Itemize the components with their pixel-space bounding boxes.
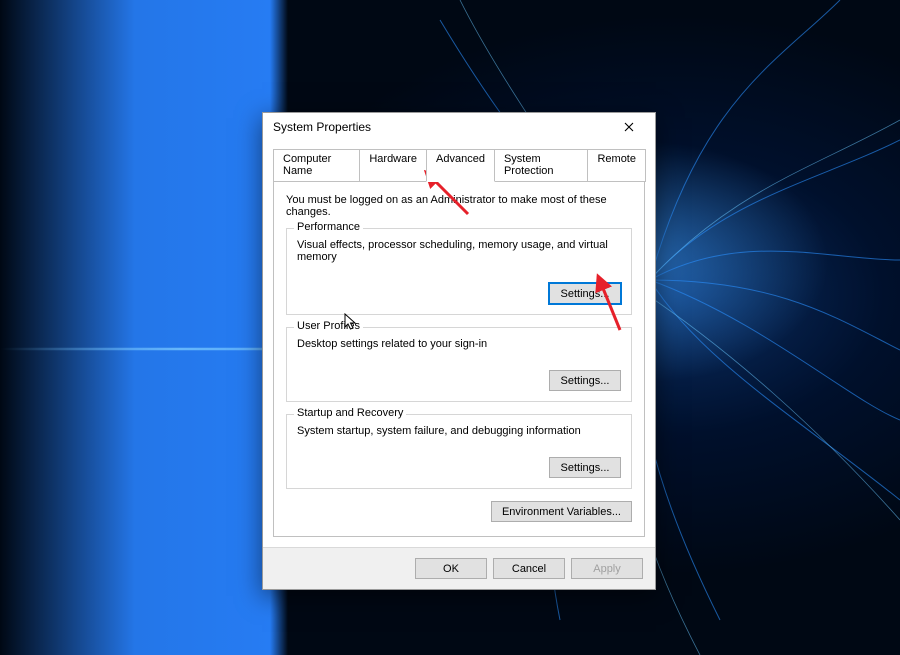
group-performance: Performance Visual effects, processor sc… xyxy=(286,228,632,315)
apply-button[interactable]: Apply xyxy=(571,558,643,579)
user-profiles-settings-button[interactable]: Settings... xyxy=(549,370,621,391)
close-button[interactable] xyxy=(609,116,649,138)
tab-panel-advanced: You must be logged on as an Administrato… xyxy=(273,181,645,537)
group-performance-desc: Visual effects, processor scheduling, me… xyxy=(297,239,621,263)
close-icon xyxy=(624,122,634,132)
tab-strip: Computer Name Hardware Advanced System P… xyxy=(263,141,655,182)
ok-button[interactable]: OK xyxy=(415,558,487,579)
startup-settings-button[interactable]: Settings... xyxy=(549,457,621,478)
tab-hardware[interactable]: Hardware xyxy=(359,149,427,182)
group-user-profiles: User Profiles Desktop settings related t… xyxy=(286,327,632,402)
tab-advanced[interactable]: Advanced xyxy=(426,149,495,182)
group-startup-desc: System startup, system failure, and debu… xyxy=(297,425,621,437)
admin-notice: You must be logged on as an Administrato… xyxy=(286,194,632,218)
dialog-button-bar: OK Cancel Apply xyxy=(263,547,655,589)
group-performance-title: Performance xyxy=(294,221,363,233)
performance-settings-button[interactable]: Settings... xyxy=(549,283,621,304)
group-user-profiles-title: User Profiles xyxy=(294,320,363,332)
titlebar[interactable]: System Properties xyxy=(263,113,655,141)
cancel-button[interactable]: Cancel xyxy=(493,558,565,579)
dialog-title: System Properties xyxy=(273,120,609,134)
group-startup-recovery: Startup and Recovery System startup, sys… xyxy=(286,414,632,489)
group-user-profiles-desc: Desktop settings related to your sign-in xyxy=(297,338,621,350)
system-properties-dialog: System Properties Computer Name Hardware… xyxy=(262,112,656,590)
tab-computer-name[interactable]: Computer Name xyxy=(273,149,360,182)
environment-variables-button[interactable]: Environment Variables... xyxy=(491,501,632,522)
tab-system-protection[interactable]: System Protection xyxy=(494,149,589,182)
tab-remote[interactable]: Remote xyxy=(587,149,646,182)
group-startup-title: Startup and Recovery xyxy=(294,407,406,419)
